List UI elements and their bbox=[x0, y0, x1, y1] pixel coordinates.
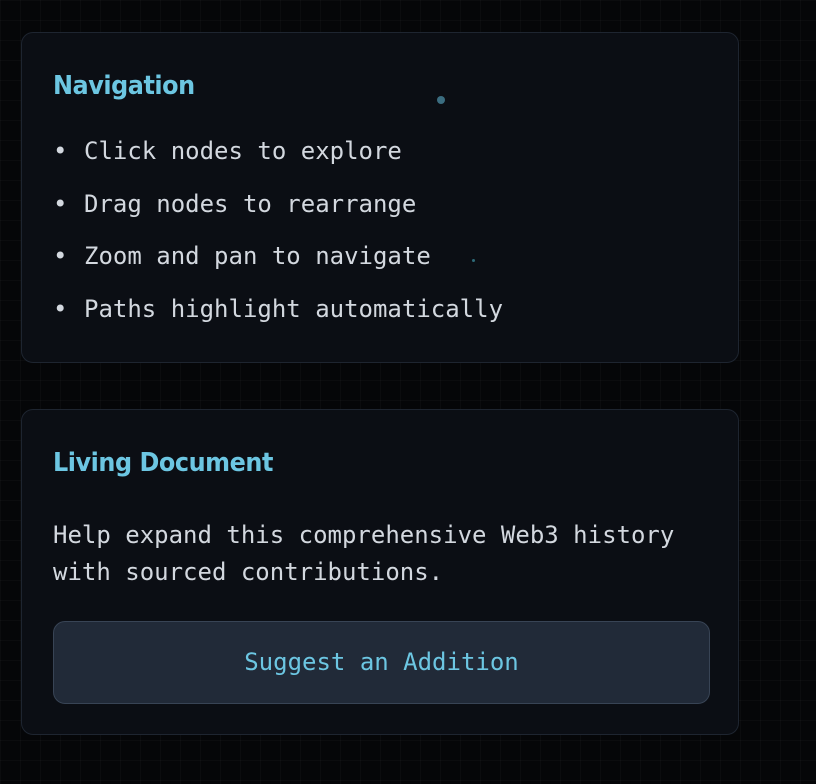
living-document-title: Living Document bbox=[53, 448, 273, 478]
bullet-icon: • bbox=[53, 137, 68, 165]
living-document-panel: Living Document Help expand this compreh… bbox=[21, 409, 739, 735]
navigation-item-zoom: • Zoom and pan to navigate bbox=[53, 244, 503, 297]
floating-particle-dot bbox=[472, 259, 475, 262]
bullet-icon: • bbox=[53, 189, 68, 218]
navigation-item-drag: • Drag nodes to rearrange bbox=[53, 192, 503, 245]
living-document-description: Help expand this comprehensive Web3 hist… bbox=[53, 521, 675, 586]
floating-particle-dot bbox=[437, 96, 445, 104]
navigation-item-label: Drag nodes to rearrange bbox=[84, 189, 417, 218]
navigation-item-click: • Click nodes to explore bbox=[53, 139, 503, 192]
navigation-item-label: Click nodes to explore bbox=[84, 137, 402, 165]
navigation-item-label: Zoom and pan to navigate bbox=[84, 242, 431, 270]
navigation-item-paths: • Paths highlight automatically bbox=[53, 297, 503, 350]
navigation-panel: Navigation • Click nodes to explore • Drag… bbox=[21, 32, 739, 363]
navigation-item-label: Paths highlight automatically bbox=[84, 294, 504, 323]
navigation-list: • Click nodes to explore • Drag nodes to r… bbox=[53, 139, 503, 349]
bullet-icon: • bbox=[53, 294, 68, 323]
bullet-icon: • bbox=[53, 242, 68, 270]
navigation-title: Navigation bbox=[53, 71, 195, 101]
suggest-addition-button[interactable]: Suggest an Addition bbox=[53, 621, 710, 704]
